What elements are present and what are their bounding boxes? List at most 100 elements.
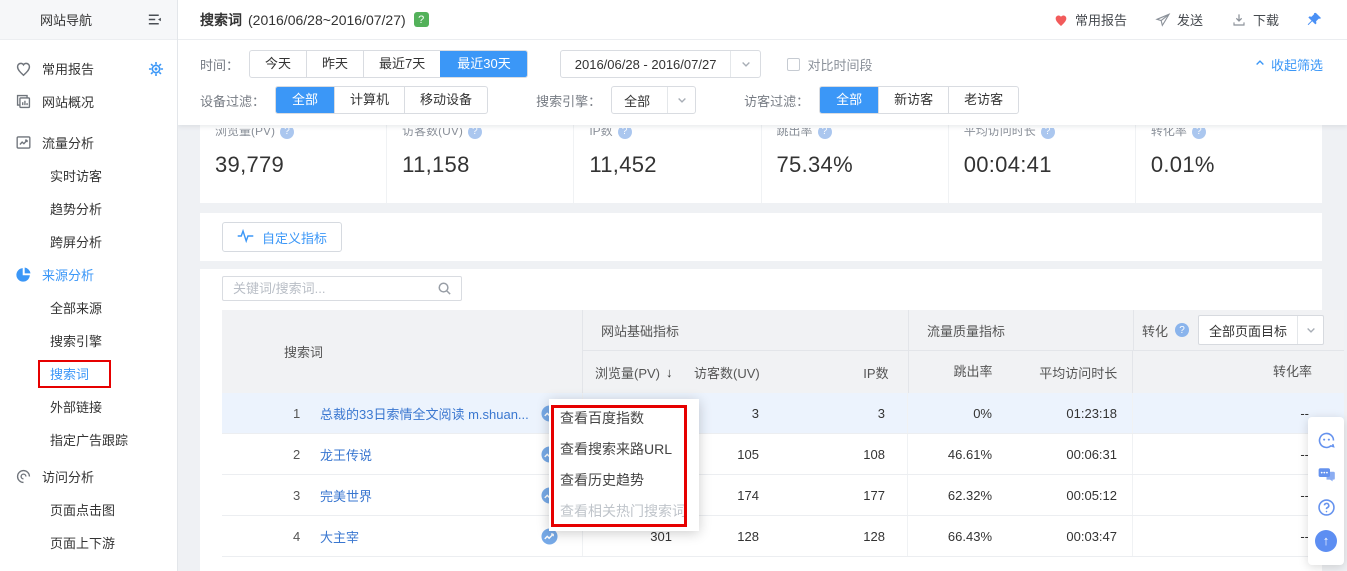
engine-select[interactable]: 全部 bbox=[611, 86, 696, 114]
time-option-yesterday[interactable]: 昨天 bbox=[306, 51, 363, 77]
sidebar-item-source-analysis[interactable]: 来源分析 bbox=[0, 258, 177, 291]
sidebar-item-traffic-analysis[interactable]: 流量分析 bbox=[0, 126, 177, 159]
question-circle-icon[interactable]: ? bbox=[1175, 323, 1189, 337]
keyword-search-box bbox=[222, 276, 462, 301]
collapse-filters-link[interactable]: 收起筛选 bbox=[1254, 55, 1323, 74]
keyword-link[interactable]: 完美世界 bbox=[320, 486, 372, 505]
column-header-duration[interactable]: 平均访问时长 bbox=[1007, 363, 1132, 382]
search-icon[interactable] bbox=[437, 281, 452, 296]
floating-toolbar: ↑ bbox=[1308, 417, 1344, 565]
visitor-segmented: 全部 新访客 老访客 bbox=[819, 86, 1019, 114]
sidebar-item-search-terms[interactable]: 搜索词 bbox=[0, 357, 177, 390]
help-icon[interactable] bbox=[1316, 497, 1337, 518]
table-row: 2 龙王传说 105 108 46.61% 00:06:31 -- bbox=[222, 434, 1344, 475]
time-option-last30days[interactable]: 最近30天 bbox=[440, 50, 526, 78]
back-to-top-icon[interactable]: ↑ bbox=[1315, 530, 1337, 552]
chevron-down-icon[interactable] bbox=[730, 51, 760, 77]
row-rank: 1 bbox=[293, 406, 313, 421]
question-circle-icon[interactable]: ? bbox=[280, 128, 294, 139]
time-range-segmented: 今天 昨天 最近7天 最近30天 bbox=[249, 50, 528, 78]
sidebar-item-favorite-reports[interactable]: 常用报告 bbox=[0, 52, 177, 85]
favorite-report-button[interactable]: 常用报告 bbox=[1053, 10, 1127, 29]
sidebar-item-trend-analysis[interactable]: 趋势分析 bbox=[0, 192, 177, 225]
spiral-icon bbox=[14, 467, 33, 486]
sidebar-item-label: 趋势分析 bbox=[50, 199, 102, 218]
question-circle-icon[interactable]: ? bbox=[618, 128, 632, 139]
sidebar-item-search-engines[interactable]: 搜索引擎 bbox=[0, 324, 177, 357]
customer-service-icon[interactable] bbox=[1316, 430, 1337, 451]
device-option-mobile[interactable]: 移动设备 bbox=[404, 87, 487, 113]
checkbox-icon[interactable] bbox=[787, 58, 800, 71]
group-header-basic-metrics: 网站基础指标 bbox=[583, 321, 908, 340]
cell-bounce: 66.43% bbox=[907, 516, 1007, 556]
download-label: 下载 bbox=[1253, 10, 1279, 29]
sidebar-item-ad-tracking[interactable]: 指定广告跟踪 bbox=[0, 423, 177, 456]
metric-label: 转化率 bbox=[1151, 128, 1187, 140]
engine-select-value: 全部 bbox=[612, 91, 667, 110]
sidebar-collapse-icon[interactable] bbox=[146, 11, 163, 28]
keyword-link[interactable]: 龙王传说 bbox=[320, 445, 372, 464]
sidebar-item-page-click-map[interactable]: 页面点击图 bbox=[0, 493, 177, 526]
sidebar-item-cross-screen[interactable]: 跨屏分析 bbox=[0, 225, 177, 258]
question-circle-icon[interactable]: ? bbox=[818, 128, 832, 139]
metric-value: 11,158 bbox=[402, 152, 573, 178]
menu-item-history-trend[interactable]: 查看历史趋势 bbox=[549, 470, 699, 490]
sidebar-item-page-flow[interactable]: 页面上下游 bbox=[0, 526, 177, 559]
custom-metric-button[interactable]: 自定义指标 bbox=[222, 222, 342, 252]
sidebar-item-site-overview[interactable]: 网站概况 bbox=[0, 85, 177, 118]
column-header-rate[interactable]: 转化率 bbox=[1132, 351, 1344, 393]
conversion-goal-select[interactable]: 全部页面目标 bbox=[1198, 315, 1324, 345]
device-option-all[interactable]: 全部 bbox=[276, 86, 334, 114]
column-header-uv[interactable]: 访客数(UV) bbox=[683, 363, 793, 382]
menu-item-baidu-index[interactable]: 查看百度指数 bbox=[549, 408, 699, 428]
cell-duration: 00:06:31 bbox=[1007, 434, 1132, 474]
send-button[interactable]: 发送 bbox=[1155, 10, 1203, 29]
header-actions: 常用报告 发送 下载 bbox=[1025, 10, 1323, 29]
pin-icon[interactable] bbox=[1305, 11, 1323, 29]
keyword-link[interactable]: 大主宰 bbox=[320, 527, 359, 546]
gear-icon[interactable] bbox=[148, 61, 164, 77]
search-terms-table: 搜索词 网站基础指标 流量质量指标 转化 ? 全部页面目标 bbox=[222, 310, 1344, 557]
help-badge-icon[interactable]: ? bbox=[414, 12, 429, 27]
visitor-option-new[interactable]: 新访客 bbox=[878, 87, 948, 113]
keyword-link[interactable]: 总裁的33日索情全文阅读 m.shuan... bbox=[320, 404, 529, 423]
sidebar-item-visit-analysis[interactable]: 访问分析 bbox=[0, 460, 177, 493]
favorite-report-label: 常用报告 bbox=[1075, 10, 1127, 29]
column-header-pv[interactable]: 浏览量(PV) ↓ bbox=[583, 363, 683, 382]
custom-metric-label: 自定义指标 bbox=[262, 228, 327, 247]
metric-label: 平均访问时长 bbox=[964, 128, 1036, 140]
date-range-picker[interactable]: 2016/06/28 - 2016/07/27 bbox=[560, 50, 762, 78]
menu-item-related-hot-terms: 查看相关热门搜索词 bbox=[549, 501, 699, 521]
keyword-search-input[interactable] bbox=[233, 281, 437, 296]
sidebar-item-label: 流量分析 bbox=[42, 133, 94, 152]
sort-desc-icon[interactable]: ↓ bbox=[666, 365, 673, 380]
time-option-last7days[interactable]: 最近7天 bbox=[363, 51, 440, 77]
download-button[interactable]: 下载 bbox=[1231, 10, 1279, 29]
row-rank: 2 bbox=[293, 447, 313, 462]
metric-value: 75.34% bbox=[777, 152, 948, 178]
feedback-chat-icon[interactable] bbox=[1316, 463, 1337, 484]
visitor-option-returning[interactable]: 老访客 bbox=[948, 87, 1018, 113]
metric-conversion-rate: 转化率 ? 0.01% bbox=[1135, 125, 1322, 203]
menu-item-search-referrer-url[interactable]: 查看搜索来路URL bbox=[549, 439, 699, 459]
question-circle-icon[interactable]: ? bbox=[1192, 128, 1206, 139]
question-circle-icon[interactable]: ? bbox=[468, 128, 482, 139]
device-filter-row: 设备过滤： 全部 计算机 移动设备 搜索引擎： 全部 访客过滤： 全部 新访客 bbox=[200, 86, 1323, 114]
column-header-keyword: 搜索词 bbox=[222, 310, 582, 393]
compare-period-checkbox[interactable]: 对比时间段 bbox=[787, 55, 872, 74]
sidebar-item-all-sources[interactable]: 全部来源 bbox=[0, 291, 177, 324]
metric-bounce-rate: 跳出率 ? 75.34% bbox=[761, 125, 948, 203]
sidebar-item-realtime-visitors[interactable]: 实时访客 bbox=[0, 159, 177, 192]
date-range-value: 2016/06/28 - 2016/07/27 bbox=[561, 57, 731, 72]
column-header-ip[interactable]: IP数 bbox=[793, 363, 908, 382]
sidebar-item-external-links[interactable]: 外部链接 bbox=[0, 390, 177, 423]
send-label: 发送 bbox=[1177, 10, 1203, 29]
chevron-down-icon[interactable] bbox=[667, 87, 695, 113]
chevron-down-icon[interactable] bbox=[1297, 316, 1323, 344]
visitor-option-all[interactable]: 全部 bbox=[820, 86, 878, 114]
device-option-pc[interactable]: 计算机 bbox=[334, 87, 404, 113]
question-circle-icon[interactable]: ? bbox=[1041, 128, 1055, 139]
sidebar-item-label: 常用报告 bbox=[42, 59, 94, 78]
time-option-today[interactable]: 今天 bbox=[250, 51, 306, 77]
column-header-bounce[interactable]: 跳出率 bbox=[908, 351, 1008, 393]
